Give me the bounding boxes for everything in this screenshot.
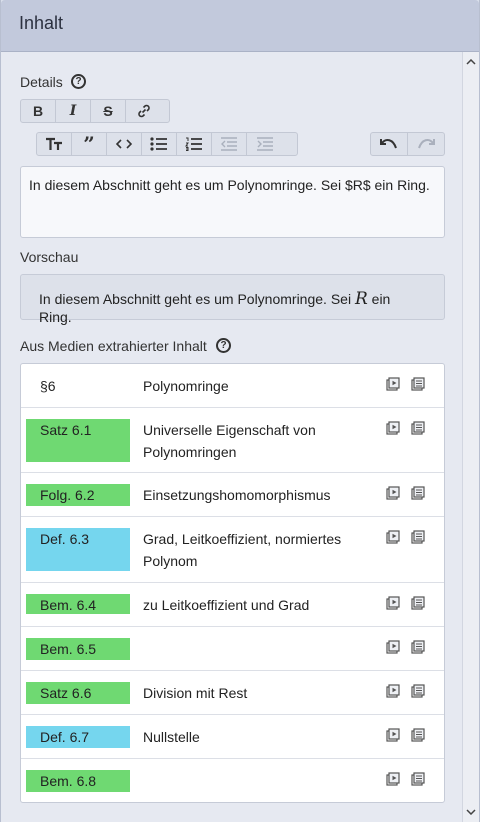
row-tag: Satz 6.1 (26, 419, 130, 462)
link-icon (137, 104, 150, 118)
pages-icon[interactable] (411, 772, 425, 786)
scroll-track[interactable] (466, 72, 476, 800)
strikethrough-button[interactable]: S (91, 100, 126, 122)
scroll-down-icon[interactable] (463, 804, 479, 820)
table-row[interactable]: Satz 6.1 Universelle Eigenschaft von Pol… (21, 408, 444, 473)
row-tag: Bem. 6.8 (26, 770, 130, 792)
media-table: §6 Polynomringe Satz 6.1 Universelle Eig… (20, 363, 445, 803)
block-toolbar: ” (36, 132, 298, 156)
pages-icon[interactable] (411, 377, 425, 391)
row-name: Division mit Rest (143, 685, 248, 701)
bold-button[interactable]: B (21, 100, 56, 122)
strikethrough-icon: S (103, 103, 113, 119)
quote-button[interactable]: ” (72, 133, 107, 155)
pages-icon[interactable] (411, 421, 425, 435)
row-name: Polynomringe (143, 378, 229, 394)
outdent-icon (221, 137, 237, 151)
row-tag: Bem. 6.4 (26, 594, 130, 614)
code-icon (116, 139, 132, 149)
panel-header: Inhalt (1, 0, 479, 52)
undo-button[interactable] (371, 133, 408, 155)
table-row[interactable]: §6 Polynomringe (21, 364, 444, 408)
video-icon[interactable] (386, 640, 400, 654)
numbered-list-icon (185, 137, 202, 151)
table-row[interactable]: Satz 6.6 Division mit Rest (21, 671, 444, 715)
row-tag: Def. 6.3 (26, 528, 130, 571)
row-tag: Bem. 6.5 (26, 638, 130, 660)
table-row[interactable]: Bem. 6.4 zu Leitkoeffizient und Grad (21, 583, 444, 627)
history-toolbar (370, 132, 445, 156)
row-name: Einsetzungshomomorphismus (143, 487, 331, 503)
preview-text-before: In diesem Abschnitt geht es um Polynomri… (39, 291, 355, 307)
content-panel: Inhalt Details ? B I S ” In diesem Absch… (0, 0, 480, 822)
redo-icon (417, 139, 435, 149)
preview-label: Vorschau (20, 249, 79, 265)
italic-icon: I (69, 103, 77, 119)
details-label: Details (20, 74, 63, 90)
pages-icon[interactable] (411, 728, 425, 742)
code-button[interactable] (107, 133, 142, 155)
panel-title: Inhalt (19, 13, 64, 33)
media-label: Aus Medien extrahierter Inhalt (20, 338, 207, 354)
pages-icon[interactable] (411, 486, 425, 500)
table-row[interactable]: Bem. 6.5 (21, 627, 444, 671)
pages-icon[interactable] (411, 640, 425, 654)
undo-icon (379, 139, 397, 149)
numbered-list-button[interactable] (177, 133, 212, 155)
video-icon[interactable] (386, 530, 400, 544)
table-row[interactable]: Bem. 6.8 (21, 759, 444, 802)
row-tag: Def. 6.7 (26, 726, 130, 748)
indent-icon (256, 137, 273, 151)
bullet-list-button[interactable] (142, 133, 177, 155)
video-icon[interactable] (386, 377, 400, 391)
row-tag: Folg. 6.2 (26, 484, 130, 506)
video-icon[interactable] (386, 596, 400, 610)
row-name: Nullstelle (143, 729, 200, 745)
heading-icon (46, 137, 62, 150)
format-toolbar: B I S (20, 99, 170, 123)
table-row[interactable]: Folg. 6.2 Einsetzungshomomorphismus (21, 473, 444, 517)
details-editor[interactable]: In diesem Abschnitt geht es um Polynomri… (20, 166, 445, 238)
video-icon[interactable] (386, 421, 400, 435)
table-row[interactable]: Def. 6.7 Nullstelle (21, 715, 444, 759)
details-help-icon[interactable]: ? (71, 74, 86, 89)
redo-button[interactable] (408, 133, 445, 155)
preview-math: R (354, 289, 368, 309)
bold-icon: B (32, 103, 44, 119)
video-icon[interactable] (386, 684, 400, 698)
pages-icon[interactable] (411, 684, 425, 698)
table-row[interactable]: Def. 6.3 Grad, Leitkoeffizient, normiert… (21, 517, 444, 583)
link-button[interactable] (126, 100, 161, 122)
row-name: Universelle Eigenschaft von Polynomringe… (143, 422, 316, 460)
pages-icon[interactable] (411, 530, 425, 544)
row-name: Grad, Leitkoeffizient, normiertes Polyno… (143, 531, 342, 569)
italic-button[interactable]: I (56, 100, 91, 122)
scroll-up-icon[interactable] (463, 54, 479, 70)
video-icon[interactable] (386, 728, 400, 742)
pages-icon[interactable] (411, 596, 425, 610)
row-tag: Satz 6.6 (26, 682, 130, 704)
row-name: zu Leitkoeffizient und Grad (143, 597, 310, 613)
media-help-icon[interactable]: ? (216, 338, 231, 353)
preview-box: In diesem Abschnitt geht es um Polynomri… (20, 274, 445, 325)
video-icon[interactable] (386, 772, 400, 786)
row-tag: §6 (40, 378, 56, 394)
heading-button[interactable] (37, 133, 72, 155)
outdent-button[interactable] (212, 133, 247, 155)
indent-button[interactable] (247, 133, 282, 155)
bullet-list-icon (150, 137, 167, 151)
video-icon[interactable] (386, 486, 400, 500)
quote-icon: ” (83, 132, 95, 156)
scrollbar[interactable] (462, 52, 479, 822)
